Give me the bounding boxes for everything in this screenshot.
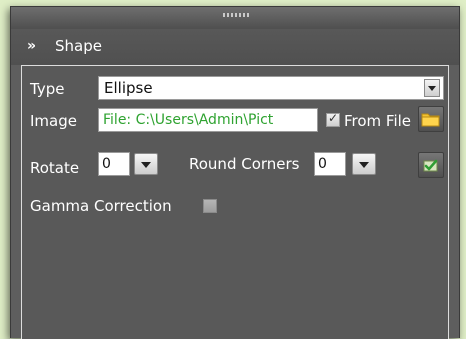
image-path-field[interactable]: File: C:\Users\Admin\Pict [98,108,318,132]
type-dropdown[interactable]: Ellipse [98,76,444,100]
image-label: Image [30,112,77,130]
apply-image-button[interactable] [418,152,444,178]
image-path-value: File: C:\Users\Admin\Pict [103,112,274,128]
gamma-correction-label: Gamma Correction [30,197,172,215]
round-corners-dropdown-button[interactable] [352,153,376,175]
gamma-correction-checkbox[interactable] [203,199,217,213]
rotate-field[interactable]: 0 [98,152,130,176]
folder-icon [421,113,440,127]
rotate-label: Rotate [30,159,80,177]
title-grip-bar[interactable] [11,7,459,29]
rotate-value: 0 [102,156,111,172]
round-corners-field[interactable]: 0 [314,152,346,176]
type-label: Type [30,80,65,98]
chevron-down-icon[interactable] [424,79,440,97]
from-file-label: From File [344,112,412,130]
from-file-checkbox[interactable] [326,111,340,127]
type-value: Ellipse [104,79,153,97]
browse-folder-button[interactable] [418,106,444,132]
shape-properties-panel: Type Ellipse Image File: C:\Users\Admin\… [21,65,449,339]
shape-editor-window: » Shape Type Ellipse Image File: C:\User… [10,6,460,339]
double-chevron-down-icon[interactable]: » [27,36,36,56]
image-check-icon [423,159,438,172]
section-title: Shape [55,37,102,55]
shape-section-header[interactable]: » Shape [11,29,459,65]
round-corners-value: 0 [318,156,327,172]
round-corners-label: Round Corners [189,155,300,173]
drag-grip-icon[interactable] [223,13,249,17]
rotate-dropdown-button[interactable] [134,153,158,175]
